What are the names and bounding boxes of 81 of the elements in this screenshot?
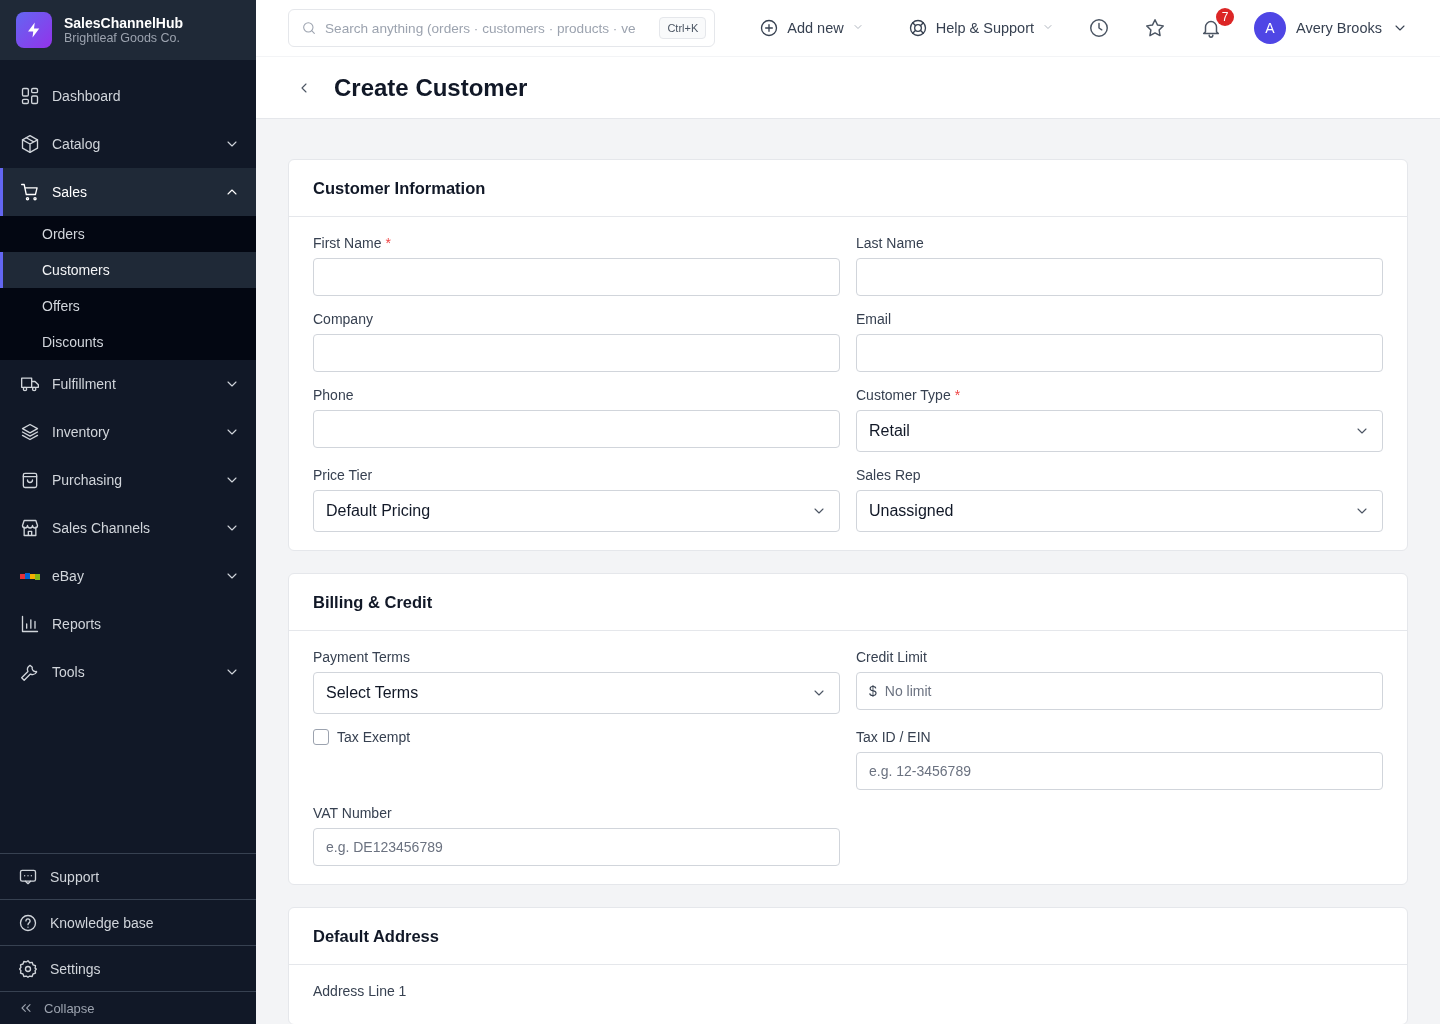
input-field[interactable]: e.g. 12-3456789: [856, 752, 1383, 790]
collapse-button[interactable]: Collapse: [0, 991, 256, 1024]
bag-icon: [20, 470, 40, 490]
nav-subitem[interactable]: Discounts: [0, 324, 256, 360]
nav-item[interactable]: Sales: [0, 168, 256, 216]
input-field[interactable]: [856, 334, 1383, 372]
field-label: Credit Limit: [856, 649, 928, 665]
field-label: First Name *: [313, 235, 392, 251]
money-field[interactable]: $ No limit: [856, 672, 1383, 710]
nav-item[interactable]: eBay: [0, 552, 256, 600]
select-field[interactable]: Select Terms: [313, 672, 840, 714]
nav-item[interactable]: Catalog: [0, 120, 256, 168]
nav-item[interactable]: Sales Channels: [0, 504, 256, 552]
input-field[interactable]: [313, 334, 840, 372]
select-field[interactable]: Retail: [856, 410, 1383, 452]
store-icon: [20, 518, 40, 538]
nav-subitem[interactable]: Customers: [0, 252, 256, 288]
required-mark: *: [954, 387, 961, 403]
nav-subitem[interactable]: Offers: [0, 288, 256, 324]
help-icon: [18, 912, 38, 933]
box-icon: [20, 134, 40, 154]
nav-item[interactable]: Reports: [0, 600, 256, 648]
history-button[interactable]: [1088, 17, 1111, 39]
clock-icon: [1088, 17, 1111, 39]
wrench-icon: [20, 662, 40, 682]
section-title: Default Address: [289, 908, 1407, 965]
plus-circle-icon: [759, 18, 780, 38]
app-logo-icon: [16, 12, 52, 48]
input-field[interactable]: e.g. DE123456789: [313, 828, 840, 866]
nav-item[interactable]: Inventory: [0, 408, 256, 456]
checkbox-label: Tax Exempt: [337, 729, 411, 745]
star-icon: [1144, 17, 1167, 39]
field-label: Price Tier: [313, 467, 374, 483]
required-mark: *: [385, 235, 391, 251]
search-icon: [301, 20, 317, 36]
avatar: A: [1254, 12, 1287, 44]
select-field[interactable]: Default Pricing: [313, 490, 840, 532]
field-label: VAT Number: [313, 805, 393, 821]
app-name: SalesChannelHub: [64, 15, 184, 31]
field-label: Tax ID / EIN: [856, 729, 932, 745]
currency-prefix: $: [869, 683, 877, 699]
section-title: Customer Information: [289, 160, 1407, 217]
checkbox[interactable]: [313, 729, 329, 745]
nav-item[interactable]: Purchasing: [0, 456, 256, 504]
field-label: Payment Terms: [313, 649, 411, 665]
field-label: Company: [313, 311, 374, 327]
layers-icon: [20, 422, 40, 442]
lifebuoy-icon: [907, 18, 928, 38]
company-name: Brightleaf Goods Co.: [64, 31, 182, 45]
user-menu[interactable]: A Avery Brooks: [1254, 12, 1408, 44]
nav-item[interactable]: Dashboard: [0, 72, 256, 120]
grid-icon: [20, 86, 40, 106]
sidebar-link[interactable]: Knowledge base: [0, 899, 256, 945]
search-field[interactable]: Search anything (orders · customers · products · ve Ctrl+K: [288, 9, 716, 47]
sidebar-link[interactable]: Settings: [0, 945, 256, 991]
add-new-button[interactable]: Add new: [759, 18, 864, 38]
field-label: Customer Type *: [856, 387, 962, 403]
sidebar-link[interactable]: Support: [0, 853, 256, 899]
shortcut-hint: Ctrl+K: [659, 17, 707, 39]
input-field[interactable]: [856, 258, 1383, 296]
bar-chart-icon: [20, 614, 40, 634]
field-label: Address Line 1: [313, 983, 408, 999]
cart-icon: [20, 182, 40, 202]
input-field[interactable]: [313, 410, 840, 448]
notification-count: 7: [1216, 8, 1235, 26]
nav-item[interactable]: Tools: [0, 648, 256, 696]
nav-subitem[interactable]: Orders: [0, 216, 256, 252]
settings-icon: [18, 958, 38, 979]
user-name: Avery Brooks: [1296, 20, 1382, 36]
favorites-button[interactable]: [1144, 17, 1167, 39]
select-field[interactable]: Unassigned: [856, 490, 1383, 532]
ebay-logo-icon: [20, 572, 40, 580]
page-title: Create Customer: [334, 73, 528, 102]
field-label: Last Name: [856, 235, 925, 251]
nav-item[interactable]: Fulfillment: [0, 360, 256, 408]
input-field[interactable]: [313, 258, 840, 296]
help-support-button[interactable]: Help & Support: [907, 18, 1055, 38]
field-label: Phone: [313, 387, 355, 403]
section-title: Billing & Credit: [289, 574, 1407, 631]
field-label: Sales Rep: [856, 467, 922, 483]
field-label: Email: [856, 311, 892, 327]
